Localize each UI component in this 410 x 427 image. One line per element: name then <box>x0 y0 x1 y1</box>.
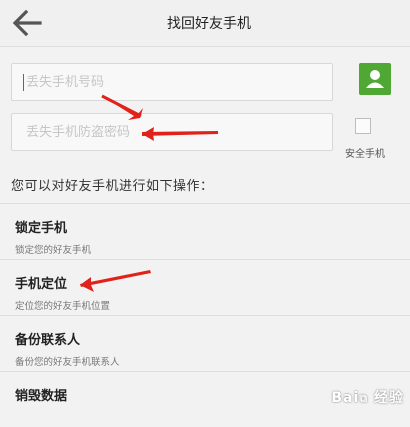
action-title: 销毁数据 <box>15 389 68 404</box>
phone-number-input[interactable] <box>26 64 318 100</box>
section-title: 您可以对好友手机进行如下操作： <box>11 179 214 194</box>
action-lock-phone[interactable]: 锁定手机 锁定您的好友手机 <box>0 203 410 259</box>
action-title: 手机定位 <box>15 277 68 292</box>
action-subtitle: 锁定您的好友手机 <box>15 245 92 256</box>
action-subtitle: 定位您的好友手机位置 <box>15 301 111 312</box>
action-subtitle: 备份您的好友手机联系人 <box>15 357 120 368</box>
baidu-jingyan-watermark: Bai⧉ 经验 <box>331 390 404 406</box>
text-cursor <box>23 74 24 91</box>
header-bar: 找回好友手机 <box>0 0 410 47</box>
action-title: 备份联系人 <box>15 333 81 348</box>
secure-phone-label: 安全手机 <box>345 149 385 160</box>
action-locate-phone[interactable]: 手机定位 定位您的好友手机位置 <box>0 259 410 315</box>
page-title: 找回好友手机 <box>167 16 251 32</box>
action-title: 锁定手机 <box>15 221 68 236</box>
choose-contact-button[interactable] <box>359 63 391 95</box>
contact-person-icon <box>366 70 384 88</box>
action-backup-contacts[interactable]: 备份联系人 备份您的好友手机联系人 <box>0 315 410 371</box>
phone-number-field[interactable] <box>11 63 333 101</box>
secure-phone-checkbox[interactable] <box>355 118 371 134</box>
anti-theft-password-input[interactable] <box>26 114 318 150</box>
anti-theft-password-field[interactable] <box>11 113 333 151</box>
